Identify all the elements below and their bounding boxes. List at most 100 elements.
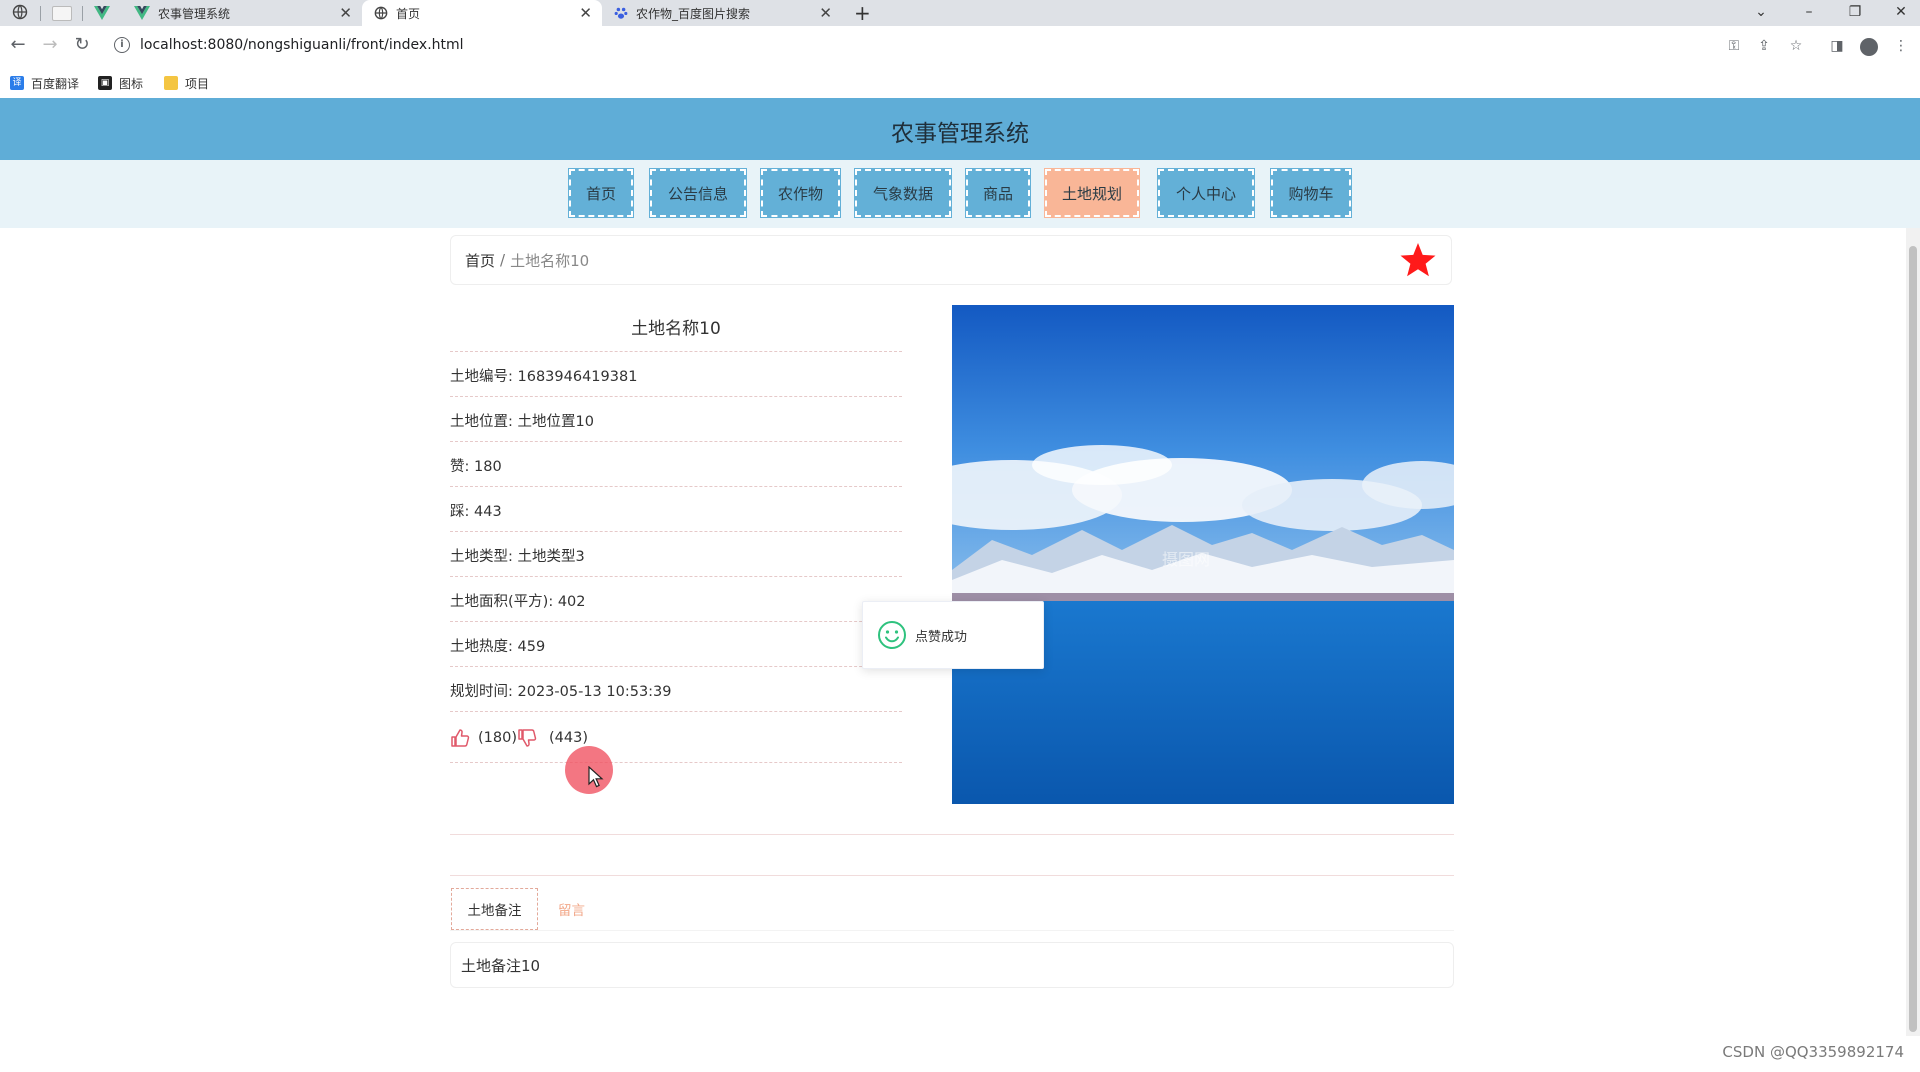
divider <box>450 351 902 352</box>
nav-item-products[interactable]: 商品 <box>965 168 1031 218</box>
globe-icon <box>374 6 388 20</box>
close-window-icon[interactable]: ✕ <box>1884 0 1918 26</box>
field-dislikes: 踩: 443 <box>450 500 502 520</box>
land-photo: 摄图网 <box>952 305 1454 804</box>
land-title: 土地名称10 <box>631 319 721 339</box>
smile-icon <box>878 621 906 649</box>
field-value: 459 <box>517 639 546 655</box>
nav-item-crops[interactable]: 农作物 <box>760 168 841 218</box>
like-count: (180) <box>478 730 517 746</box>
field-land-number: 土地编号: 1683946419381 <box>450 365 637 385</box>
divider <box>450 486 902 487</box>
field-value: 2023-05-13 10:53:39 <box>517 684 672 700</box>
blank-tab-icon[interactable] <box>52 6 72 21</box>
bookmark-label: 图标 <box>119 76 144 91</box>
forward-arrow-icon[interactable]: → <box>38 34 62 55</box>
vue-logo-icon[interactable] <box>94 5 110 24</box>
field-value: 443 <box>474 504 502 520</box>
tab-nongshi[interactable]: 农事管理系统 ✕ <box>122 0 362 26</box>
close-icon[interactable]: ✕ <box>339 4 352 22</box>
nav-item-notices[interactable]: 公告信息 <box>649 168 747 218</box>
info-icon[interactable]: i <box>114 37 130 53</box>
divider <box>450 576 902 577</box>
field-land-heat: 土地热度: 459 <box>450 635 545 655</box>
close-icon[interactable]: ✕ <box>819 4 832 22</box>
field-label: 土地热度: <box>450 639 513 655</box>
bookmark-label: 项目 <box>185 76 210 91</box>
tab-separator <box>82 6 83 21</box>
field-value: 土地类型3 <box>517 549 585 565</box>
key-icon[interactable]: ⚿ <box>1723 38 1745 54</box>
tab-title: 农事管理系统 <box>158 6 231 21</box>
bookmark-star-icon[interactable]: ☆ <box>1785 38 1807 54</box>
field-land-location: 土地位置: 土地位置10 <box>450 410 594 430</box>
baidu-paw-icon <box>614 7 628 19</box>
vue-logo-icon <box>134 6 150 20</box>
divider <box>450 621 902 622</box>
divider <box>450 531 902 532</box>
back-arrow-icon[interactable]: ← <box>6 34 30 55</box>
nav-item-cart[interactable]: 购物车 <box>1270 168 1352 218</box>
favorite-star-icon[interactable] <box>1398 240 1438 280</box>
address-bar[interactable]: i localhost:8080/nongshiguanli/front/ind… <box>106 30 1706 60</box>
folder-icon <box>164 76 178 90</box>
tab-baidu-images[interactable]: 农作物_百度图片搜索 ✕ <box>602 0 842 26</box>
bookmarks-bar <box>0 70 1920 99</box>
menu-kebab-icon[interactable]: ⋮ <box>1890 38 1912 54</box>
divider <box>450 396 902 397</box>
field-label: 土地位置: <box>450 414 513 430</box>
divider <box>450 762 902 763</box>
bookmark-project-folder[interactable]: 项目 <box>164 72 209 94</box>
reload-icon[interactable]: ↻ <box>70 34 94 55</box>
toast-message: 点赞成功 <box>915 629 968 645</box>
image-watermark: 摄图网 <box>1162 550 1210 569</box>
dislike-count: (443) <box>549 730 588 746</box>
new-tab-plus-icon[interactable]: + <box>854 1 871 25</box>
breadcrumb: 首页 / 土地名称10 <box>450 235 1452 285</box>
divider <box>450 441 902 442</box>
breadcrumb-separator: / <box>500 251 506 269</box>
nav-item-home[interactable]: 首页 <box>568 168 634 218</box>
nav-item-land-planning[interactable]: 土地规划 <box>1044 168 1140 218</box>
field-likes: 赞: 180 <box>450 455 502 475</box>
field-land-type: 土地类型: 土地类型3 <box>450 545 585 565</box>
csdn-watermark: CSDN @QQ3359892174 <box>1722 1043 1904 1061</box>
vote-bar: (180) (443) <box>450 726 588 750</box>
breadcrumb-current: 土地名称10 <box>510 251 590 270</box>
site-title: 农事管理系统 <box>891 121 1029 147</box>
divider <box>450 666 902 667</box>
globe-icon[interactable] <box>12 4 30 22</box>
divider <box>450 711 902 712</box>
breadcrumb-home[interactable]: 首页 <box>465 250 495 271</box>
bookmark-baidu-fanyi[interactable]: 译 百度翻译 <box>10 72 79 94</box>
field-value: 402 <box>557 594 586 610</box>
profile-avatar-icon[interactable] <box>1860 38 1878 56</box>
tab-title: 首页 <box>396 6 421 21</box>
nav-item-weather[interactable]: 气象数据 <box>854 168 952 218</box>
field-value: 180 <box>474 459 502 475</box>
field-label: 土地面积(平方): <box>450 594 554 610</box>
mouse-cursor-icon <box>588 766 604 788</box>
field-label: 土地编号: <box>450 369 513 385</box>
thumbs-down-icon[interactable] <box>517 728 537 748</box>
minimize-icon[interactable]: – <box>1792 0 1826 26</box>
nav-item-personal-center[interactable]: 个人中心 <box>1157 168 1255 218</box>
field-value: 1683946419381 <box>517 369 638 385</box>
side-panel-icon[interactable]: ◨ <box>1826 38 1848 54</box>
land-note-content: 土地备注10 <box>450 942 1454 988</box>
section-divider <box>450 834 1454 835</box>
bookmark-icons[interactable]: ▣ 图标 <box>98 72 143 94</box>
close-icon[interactable]: ✕ <box>579 4 592 22</box>
tab-land-notes[interactable]: 土地备注 <box>451 888 538 930</box>
share-icon[interactable]: ⇪ <box>1753 38 1775 54</box>
success-toast: 点赞成功 <box>862 601 1044 669</box>
tab-home[interactable]: 首页 ✕ <box>362 0 602 26</box>
restore-icon[interactable]: ❐ <box>1838 0 1872 26</box>
tab-title: 农作物_百度图片搜索 <box>636 6 751 21</box>
scrollbar-thumb[interactable] <box>1909 246 1917 1032</box>
tab-comments[interactable]: 留言 <box>558 899 585 919</box>
field-plan-time: 规划时间: 2023-05-13 10:53:39 <box>450 680 672 700</box>
thumbs-up-icon[interactable] <box>450 728 470 748</box>
field-land-area: 土地面积(平方): 402 <box>450 590 586 610</box>
tab-search-chevron-icon[interactable]: ⌄ <box>1744 0 1778 26</box>
